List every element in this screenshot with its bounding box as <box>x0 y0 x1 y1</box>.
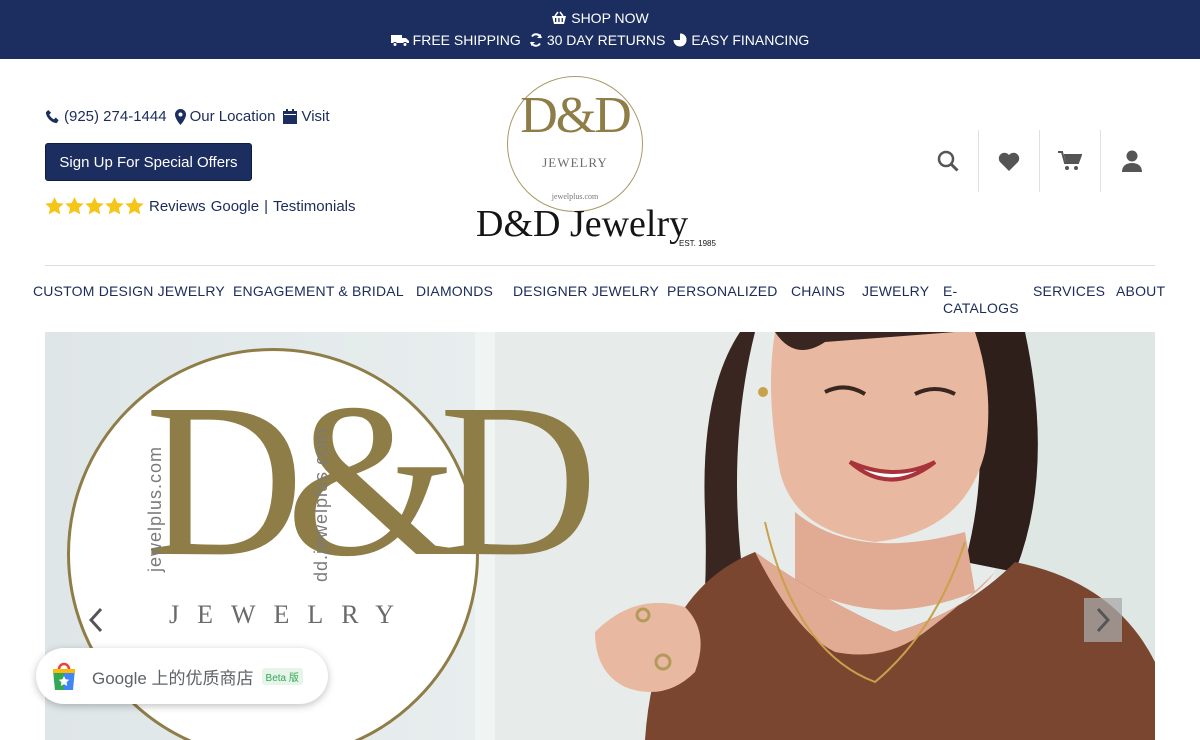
google-shopping-bag-icon <box>53 662 75 690</box>
calendar-icon <box>283 109 298 124</box>
header-divider <box>45 265 1155 266</box>
hero-url-right: dd.jewelplus.com <box>311 427 331 582</box>
slider-prev-button[interactable] <box>81 598 111 642</box>
star-icon <box>65 197 84 215</box>
logo-url: jewelplus.com <box>551 192 599 201</box>
wishlist-button[interactable] <box>979 130 1040 192</box>
chevron-left-icon <box>89 607 103 633</box>
hero-url-left: jewelplus.com <box>145 445 165 572</box>
nav-personalized[interactable]: PERSONALIZED <box>667 283 778 299</box>
shop-now-link[interactable]: SHOP NOW <box>551 10 649 26</box>
nav-jewelry[interactable]: JEWELRY <box>862 283 929 299</box>
map-marker-icon <box>174 108 186 125</box>
cart-button[interactable] <box>1040 130 1101 192</box>
phone-link[interactable]: (925) 274-1444 <box>45 108 167 125</box>
star-icon <box>45 197 64 215</box>
basket-icon <box>552 11 567 24</box>
nav-diamonds[interactable]: DIAMONDS <box>416 283 493 299</box>
logo-subtitle: JEWELRY <box>542 155 608 170</box>
reviews-separator: | <box>264 197 268 215</box>
star-icon <box>85 197 104 215</box>
pie-chart-icon <box>673 33 687 47</box>
phone-number: (925) 274-1444 <box>64 108 167 125</box>
truck-icon <box>390 34 409 47</box>
hero-monogram: D&D <box>145 358 598 602</box>
top-banner: SHOP NOW FREE SHIPPING 30 DAY RETURNS EA… <box>0 0 1200 59</box>
returns-promo[interactable]: 30 DAY RETURNS <box>529 32 666 48</box>
nav-e-catalogs[interactable]: E-CATALOGS <box>943 283 1019 317</box>
location-label: Our Location <box>189 108 276 125</box>
reviews-row: Reviews Google | Testimonials <box>45 197 356 215</box>
visit-link[interactable]: Visit <box>283 108 330 125</box>
hero-subtitle: JEWELRY <box>163 600 418 630</box>
nav-engagement-bridal[interactable]: ENGAGEMENT & BRIDAL <box>233 283 404 299</box>
heart-icon <box>998 152 1020 171</box>
contact-row: (925) 274-1444 Our Location Visit <box>45 108 330 125</box>
store-logo[interactable]: D&D JEWELRY jewelplus.com D&D Jewelry ES… <box>470 72 730 252</box>
nav-services[interactable]: SERVICES <box>1033 283 1105 299</box>
returns-label: 30 DAY RETURNS <box>546 32 666 48</box>
search-button[interactable] <box>918 130 979 192</box>
free-shipping-promo[interactable]: FREE SHIPPING <box>390 32 521 48</box>
visit-label: Visit <box>301 108 330 125</box>
header-icons <box>918 130 1162 192</box>
user-icon <box>1121 150 1142 172</box>
financing-promo[interactable]: EASY FINANCING <box>673 32 809 48</box>
nav-custom-design[interactable]: CUSTOM DESIGN JEWELRY <box>33 283 225 299</box>
shop-now-label: SHOP NOW <box>571 10 649 26</box>
google-reviews-link[interactable]: Google <box>211 198 259 215</box>
star-icon <box>125 197 144 215</box>
nav-designer-jewelry[interactable]: DESIGNER JEWELRY <box>513 283 659 299</box>
search-icon <box>937 150 959 172</box>
rating-stars <box>45 197 144 215</box>
chevron-right-icon <box>1096 607 1110 633</box>
logo-est: EST. 1985 <box>679 239 716 248</box>
refresh-icon <box>529 33 542 47</box>
hero-model-image <box>495 332 1155 740</box>
signup-button[interactable]: Sign Up For Special Offers <box>45 143 252 181</box>
financing-label: EASY FINANCING <box>691 32 810 48</box>
logo-name: D&D Jewelry <box>476 203 689 245</box>
google-store-badge[interactable]: Google 上的优质商店 Beta 版 <box>36 648 328 704</box>
nav-about[interactable]: ABOUT <box>1116 283 1165 299</box>
google-badge-beta: Beta 版 <box>261 667 303 685</box>
account-button[interactable] <box>1101 130 1162 192</box>
reviews-label: Reviews <box>149 197 206 215</box>
star-icon <box>105 197 124 215</box>
slider-next-button[interactable] <box>1084 598 1122 642</box>
location-link[interactable]: Our Location <box>174 108 276 125</box>
testimonials-link[interactable]: Testimonials <box>273 198 356 215</box>
logo-monogram: D&D <box>520 87 632 144</box>
google-badge-text: Google 上的优质商店 <box>92 668 254 688</box>
nav-chains[interactable]: CHAINS <box>791 283 845 299</box>
free-shipping-label: FREE SHIPPING <box>412 32 521 48</box>
cart-icon <box>1058 151 1082 170</box>
phone-icon <box>45 109 59 124</box>
